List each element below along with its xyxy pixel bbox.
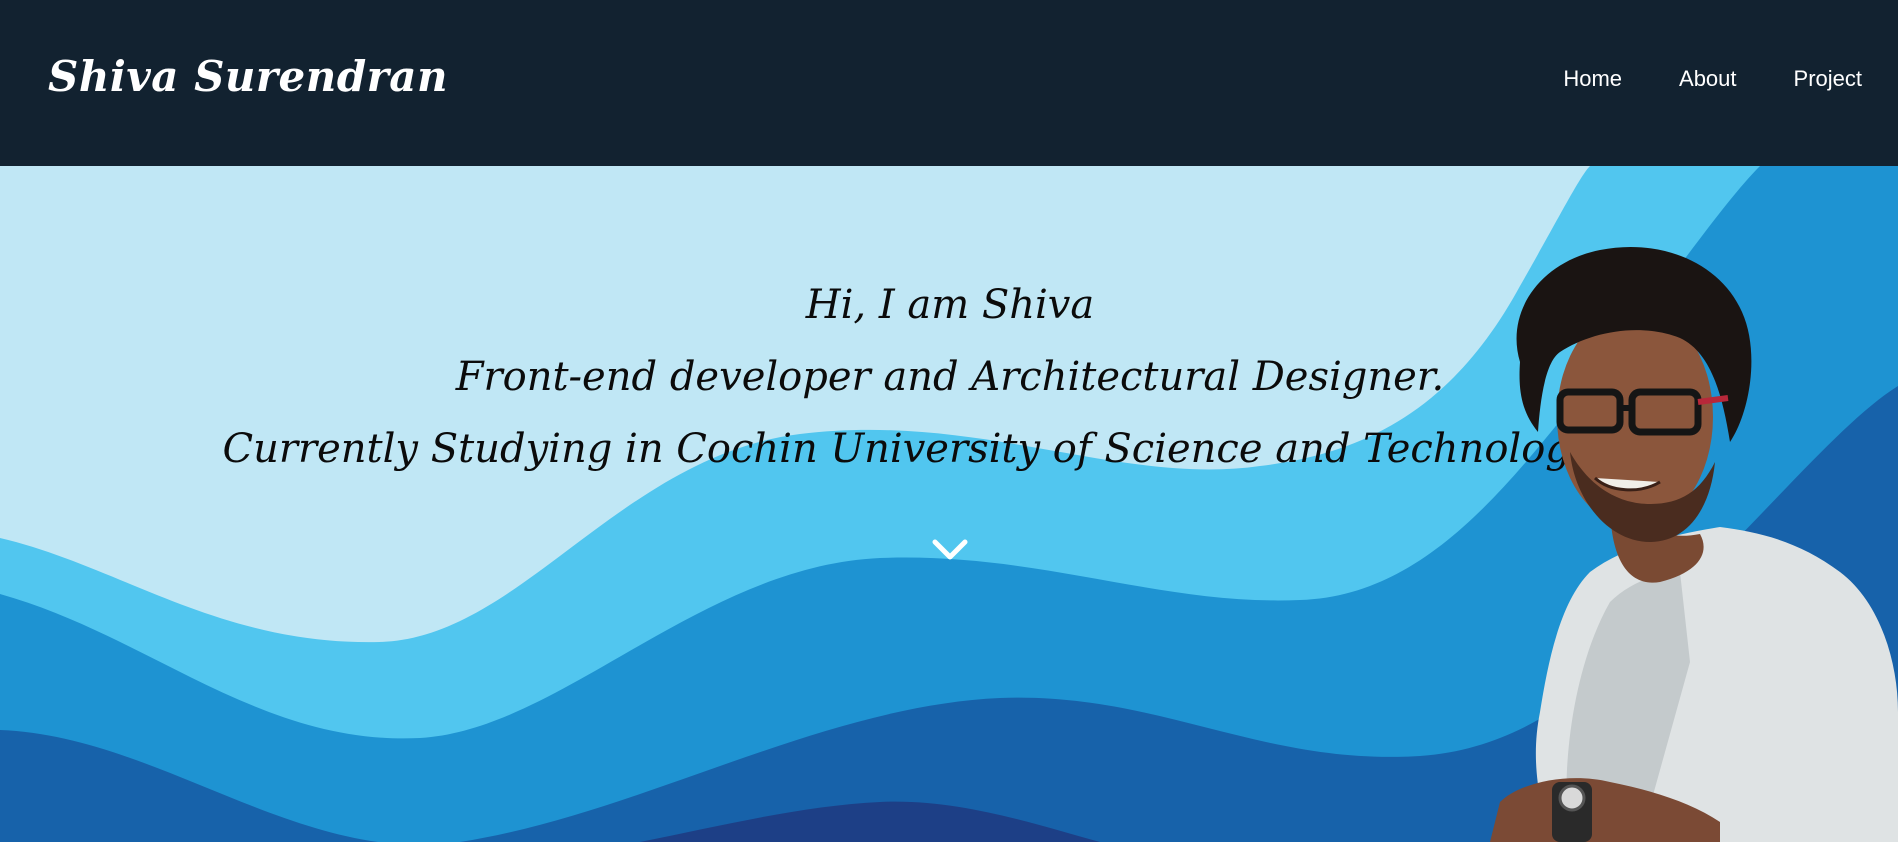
navbar: Shiva Surendran Home About Project bbox=[0, 0, 1898, 166]
brand-logo[interactable]: Shiva Surendran bbox=[48, 52, 448, 101]
nav-link-about[interactable]: About bbox=[1679, 66, 1737, 92]
nav-link-project[interactable]: Project bbox=[1794, 66, 1862, 92]
portrait-glasses-arm bbox=[1697, 395, 1729, 405]
chevron-down-icon[interactable] bbox=[932, 538, 968, 562]
nav-link-home[interactable]: Home bbox=[1563, 66, 1622, 92]
profile-photo bbox=[1490, 246, 1898, 842]
hero-section: Hi, I am Shiva Front-end developer and A… bbox=[0, 166, 1898, 842]
portrait-watch-face bbox=[1558, 784, 1586, 812]
nav-menu: Home About Project bbox=[1563, 66, 1862, 92]
portfolio-page: Shiva Surendran Home About Project Hi, I… bbox=[0, 0, 1898, 842]
